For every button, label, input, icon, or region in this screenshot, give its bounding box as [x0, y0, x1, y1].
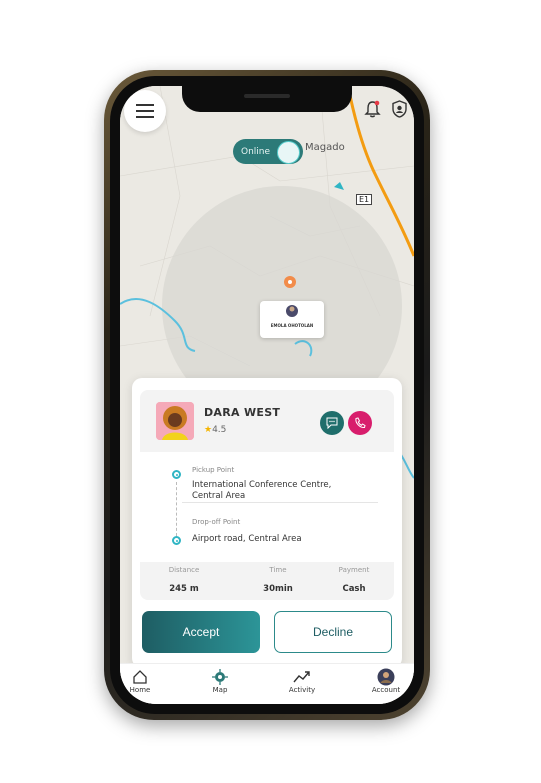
rider-photo-icon: [156, 402, 194, 440]
notification-bell-icon[interactable]: [364, 100, 381, 118]
map-icon: [212, 669, 228, 685]
menu-button[interactable]: [124, 90, 166, 132]
stat-value: 30min: [263, 584, 293, 594]
tab-map[interactable]: Map: [190, 668, 250, 694]
shield-icon[interactable]: [391, 100, 408, 118]
phone-icon: [355, 417, 366, 429]
activity-icon: [293, 671, 310, 683]
driver-pin-name: EMOLA OHOTOLAN: [270, 323, 314, 328]
pickup-value-line1: International Conference Centre,: [192, 480, 332, 490]
accept-button[interactable]: Accept: [142, 611, 260, 653]
call-button[interactable]: [348, 411, 372, 435]
rider-info: DARA WEST ★4.5: [140, 390, 394, 452]
map-place-label: Magado: [305, 142, 345, 153]
dropoff-value: Airport road, Central Area: [192, 534, 302, 544]
tab-label: Home: [129, 686, 151, 694]
chat-button[interactable]: [320, 411, 344, 435]
driver-pin-card[interactable]: EMOLA OHOTOLAN: [260, 301, 324, 338]
hamburger-icon: [136, 104, 154, 118]
rider-name: DARA WEST: [204, 406, 281, 419]
pickup-value-line2: Central Area: [192, 491, 246, 501]
rider-avatar: [156, 402, 194, 440]
phone-notch: [182, 86, 352, 112]
tab-label: Account: [371, 686, 401, 694]
stat-label: Payment: [338, 566, 370, 574]
route-connector: [176, 482, 177, 536]
tab-label: Activity: [288, 686, 316, 694]
bottom-tab-bar: Home Map Activity Account: [120, 663, 414, 704]
rider-rating: ★4.5: [204, 425, 226, 435]
tab-home[interactable]: Home: [120, 668, 170, 694]
stat-value: Cash: [342, 584, 366, 594]
account-icon: [377, 668, 395, 686]
phone-screen: Online Magado E1 EMOLA OHOTOLAN DARA WES…: [120, 86, 414, 704]
chat-icon: [326, 417, 338, 429]
stat-distance: Distance 245 m: [154, 566, 214, 594]
top-right-icons: [364, 100, 408, 118]
dropoff-label: Drop-off Point: [192, 518, 241, 526]
dropoff-dot-icon: [172, 536, 181, 545]
trip-route: Pickup Point International Conference Ce…: [140, 452, 394, 562]
road-badge: E1: [356, 194, 373, 205]
online-label: Online: [241, 146, 271, 157]
pickup-dot-icon: [172, 470, 181, 479]
tab-activity[interactable]: Activity: [272, 668, 332, 694]
speaker: [244, 94, 290, 98]
driver-pin-avatar-icon: [286, 305, 298, 317]
pickup-value: International Conference Centre, Central…: [192, 480, 331, 502]
stat-value: 245 m: [169, 584, 199, 594]
driver-avatar-icon: [277, 141, 300, 164]
tab-label: Map: [212, 686, 228, 694]
online-status-toggle[interactable]: Online: [233, 139, 303, 164]
star-icon: ★: [204, 425, 213, 435]
tab-account[interactable]: Account: [356, 668, 414, 694]
trip-stats: Distance 245 m Time 30min Payment Cash: [140, 562, 394, 600]
pickup-label: Pickup Point: [192, 466, 235, 474]
ride-request-card: DARA WEST ★4.5 Pickup Point Internationa…: [132, 378, 402, 668]
decline-button[interactable]: Decline: [274, 611, 392, 653]
phone-frame: Online Magado E1 EMOLA OHOTOLAN DARA WES…: [104, 70, 430, 720]
stat-label: Distance: [168, 566, 200, 574]
divider: [182, 502, 378, 503]
stat-payment: Payment Cash: [324, 566, 384, 594]
stat-time: Time 30min: [248, 566, 308, 594]
rider-rating-value: 4.5: [212, 425, 227, 435]
stat-label: Time: [269, 566, 287, 574]
home-icon: [133, 670, 147, 684]
